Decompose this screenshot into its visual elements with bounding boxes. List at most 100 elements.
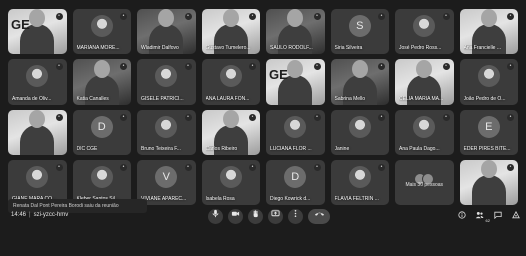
participant-name: Isabela Rosa <box>205 196 235 202</box>
participant-name: Ana Francielle ... <box>463 45 502 52</box>
participant-tile[interactable]: • <box>8 109 67 155</box>
participant-avatar <box>348 165 371 188</box>
participant-initial-avatar: D <box>284 165 307 188</box>
participant-tile[interactable]: • LUCIANA FLOR ... <box>266 109 325 155</box>
mic-muted-icon: • <box>378 63 385 71</box>
participant-tile[interactable]: • FLÁVIA FELTRIN ... <box>330 159 389 205</box>
present-screen-icon[interactable] <box>268 209 283 224</box>
participant-avatar <box>155 115 178 138</box>
activities-icon[interactable] <box>511 210 520 221</box>
participant-name: VIVIANE APAREC... <box>141 196 187 202</box>
participant-tile[interactable]: • José Pedro Ross... <box>395 9 454 55</box>
participant-tile[interactable]: • Amanda de Oliv... <box>8 59 67 105</box>
background-logo: GE <box>11 17 30 32</box>
mic-muted-icon: • <box>120 113 127 121</box>
leave-call-icon[interactable] <box>308 209 330 224</box>
participant-tile[interactable]: • Isabela Rosa <box>201 159 260 205</box>
participant-name: ANA LAURA FON... <box>205 95 250 102</box>
mic-muted-icon: • <box>313 63 321 71</box>
participant-avatar <box>26 65 49 88</box>
participant-tile[interactable]: • Carlos Ribeiro <box>201 109 260 155</box>
participant-name: Diego Kowrick d... <box>270 196 311 202</box>
microphone-icon[interactable] <box>208 209 223 224</box>
participant-name: Gustavo Tumelero... <box>205 45 251 52</box>
more-options-icon[interactable] <box>288 209 303 224</box>
participant-grid: GE • • MARIANA MORE... • Wladimir Dalfovo • Gus… <box>8 9 518 205</box>
mic-muted-icon: • <box>249 63 256 71</box>
mic-muted-icon: • <box>507 63 514 71</box>
mic-muted-icon: • <box>313 163 321 171</box>
participant-tile[interactable]: • Ana Francielle ... <box>459 9 518 55</box>
participant-tile[interactable]: • MARIANA MORE... <box>72 9 131 55</box>
mic-muted-icon: • <box>55 163 63 171</box>
mic-muted-icon: • <box>378 163 385 171</box>
participant-tile[interactable]: • Gustavo Tumelero... <box>201 9 260 55</box>
participant-tile[interactable]: • Ana Paula Dago... <box>395 109 454 155</box>
participant-avatar <box>477 65 500 88</box>
participant-tile[interactable]: • Janine <box>330 109 389 155</box>
meeting-code: szi-yzcc-hmv <box>33 212 69 218</box>
side-panel-controls: 62 <box>457 210 520 223</box>
participant-avatar <box>284 115 307 138</box>
camera-icon[interactable] <box>228 209 243 224</box>
participant-tile[interactable]: Mais 30 pessoas <box>395 159 454 205</box>
mic-muted-icon: • <box>184 13 192 20</box>
participant-tile[interactable]: • Katia Canalles <box>72 59 131 105</box>
participant-name: Amanda de Oliv... <box>12 95 52 102</box>
mic-muted-icon: • <box>184 63 192 71</box>
participant-name: Sabrina Mello <box>334 95 366 102</box>
participant-avatar <box>413 115 436 138</box>
participant-tile[interactable]: • Bruno Teixeira F... <box>137 109 196 155</box>
mic-muted-icon: • <box>120 163 127 171</box>
participant-initial-avatar: D <box>90 115 113 138</box>
participant-name: CELIA MARIA MA... <box>399 95 444 102</box>
participant-tile[interactable]: • CELIA MARIA MA... <box>395 59 454 105</box>
mic-muted-icon: • <box>55 63 63 71</box>
participant-tile[interactable]: • SAULO RODOLF... <box>266 9 325 55</box>
participant-tile[interactable]: E • EDER PIRES BITE... <box>459 109 518 155</box>
mic-muted-icon: • <box>249 13 256 20</box>
participant-tile[interactable]: S • Siria Silveira <box>330 9 389 55</box>
people-icon[interactable]: 62 <box>475 211 490 223</box>
participant-tile[interactable]: • <box>459 159 518 205</box>
participant-tile[interactable]: • Sabrina Mello <box>330 59 389 105</box>
mic-muted-icon: • <box>507 113 514 121</box>
call-controls <box>208 209 330 224</box>
meeting-time: 14:46 <box>11 212 27 218</box>
participant-tile[interactable]: • GISELE PATRICI... <box>137 59 196 105</box>
participant-video-feed <box>471 175 506 205</box>
info-icon[interactable] <box>457 211 466 221</box>
mic-muted-icon: • <box>55 113 63 121</box>
participant-name: MARIANA MORE... <box>76 45 120 52</box>
raise-hand-icon[interactable] <box>248 209 263 224</box>
mic-muted-icon: • <box>442 13 450 20</box>
participant-initial-avatar: S <box>348 15 371 38</box>
participant-name: Janine <box>334 145 350 152</box>
participant-name: FLÁVIA FELTRIN ... <box>334 196 379 202</box>
participant-tile[interactable]: V • VIVIANE APAREC... <box>137 159 196 205</box>
participant-avatar <box>90 165 113 188</box>
participant-name: LUCIANA FLOR ... <box>270 145 312 152</box>
participant-name: José Pedro Ross... <box>399 45 442 52</box>
participant-avatar <box>155 65 178 88</box>
mic-muted-icon: • <box>313 13 321 20</box>
mic-muted-icon: • <box>378 13 385 20</box>
participant-initial-avatar: E <box>477 115 500 138</box>
participant-tile[interactable]: GE • <box>8 9 67 55</box>
mic-muted-icon: • <box>507 163 514 171</box>
participant-tile[interactable]: D • Diego Kowrick d... <box>266 159 325 205</box>
participant-name: Bruno Teixeira F... <box>141 145 181 152</box>
participant-tile[interactable]: • Wladimir Dalfovo <box>137 9 196 55</box>
participant-tile[interactable]: • João Pedro de O... <box>459 59 518 105</box>
mic-muted-icon: • <box>249 163 256 171</box>
participant-name: Wladimir Dalfovo <box>141 45 179 52</box>
participant-avatar <box>219 165 242 188</box>
participant-name: SAULO RODOLF... <box>270 45 313 52</box>
participant-avatar <box>219 65 242 88</box>
participant-tile[interactable]: • ANA LAURA FON... <box>201 59 260 105</box>
participant-tile[interactable]: D • DIC CGE <box>72 109 131 155</box>
chat-icon[interactable] <box>493 211 502 221</box>
participant-name: João Pedro de O... <box>463 95 506 102</box>
participant-tile[interactable]: GE • <box>266 59 325 105</box>
people-count: 62 <box>485 218 490 223</box>
